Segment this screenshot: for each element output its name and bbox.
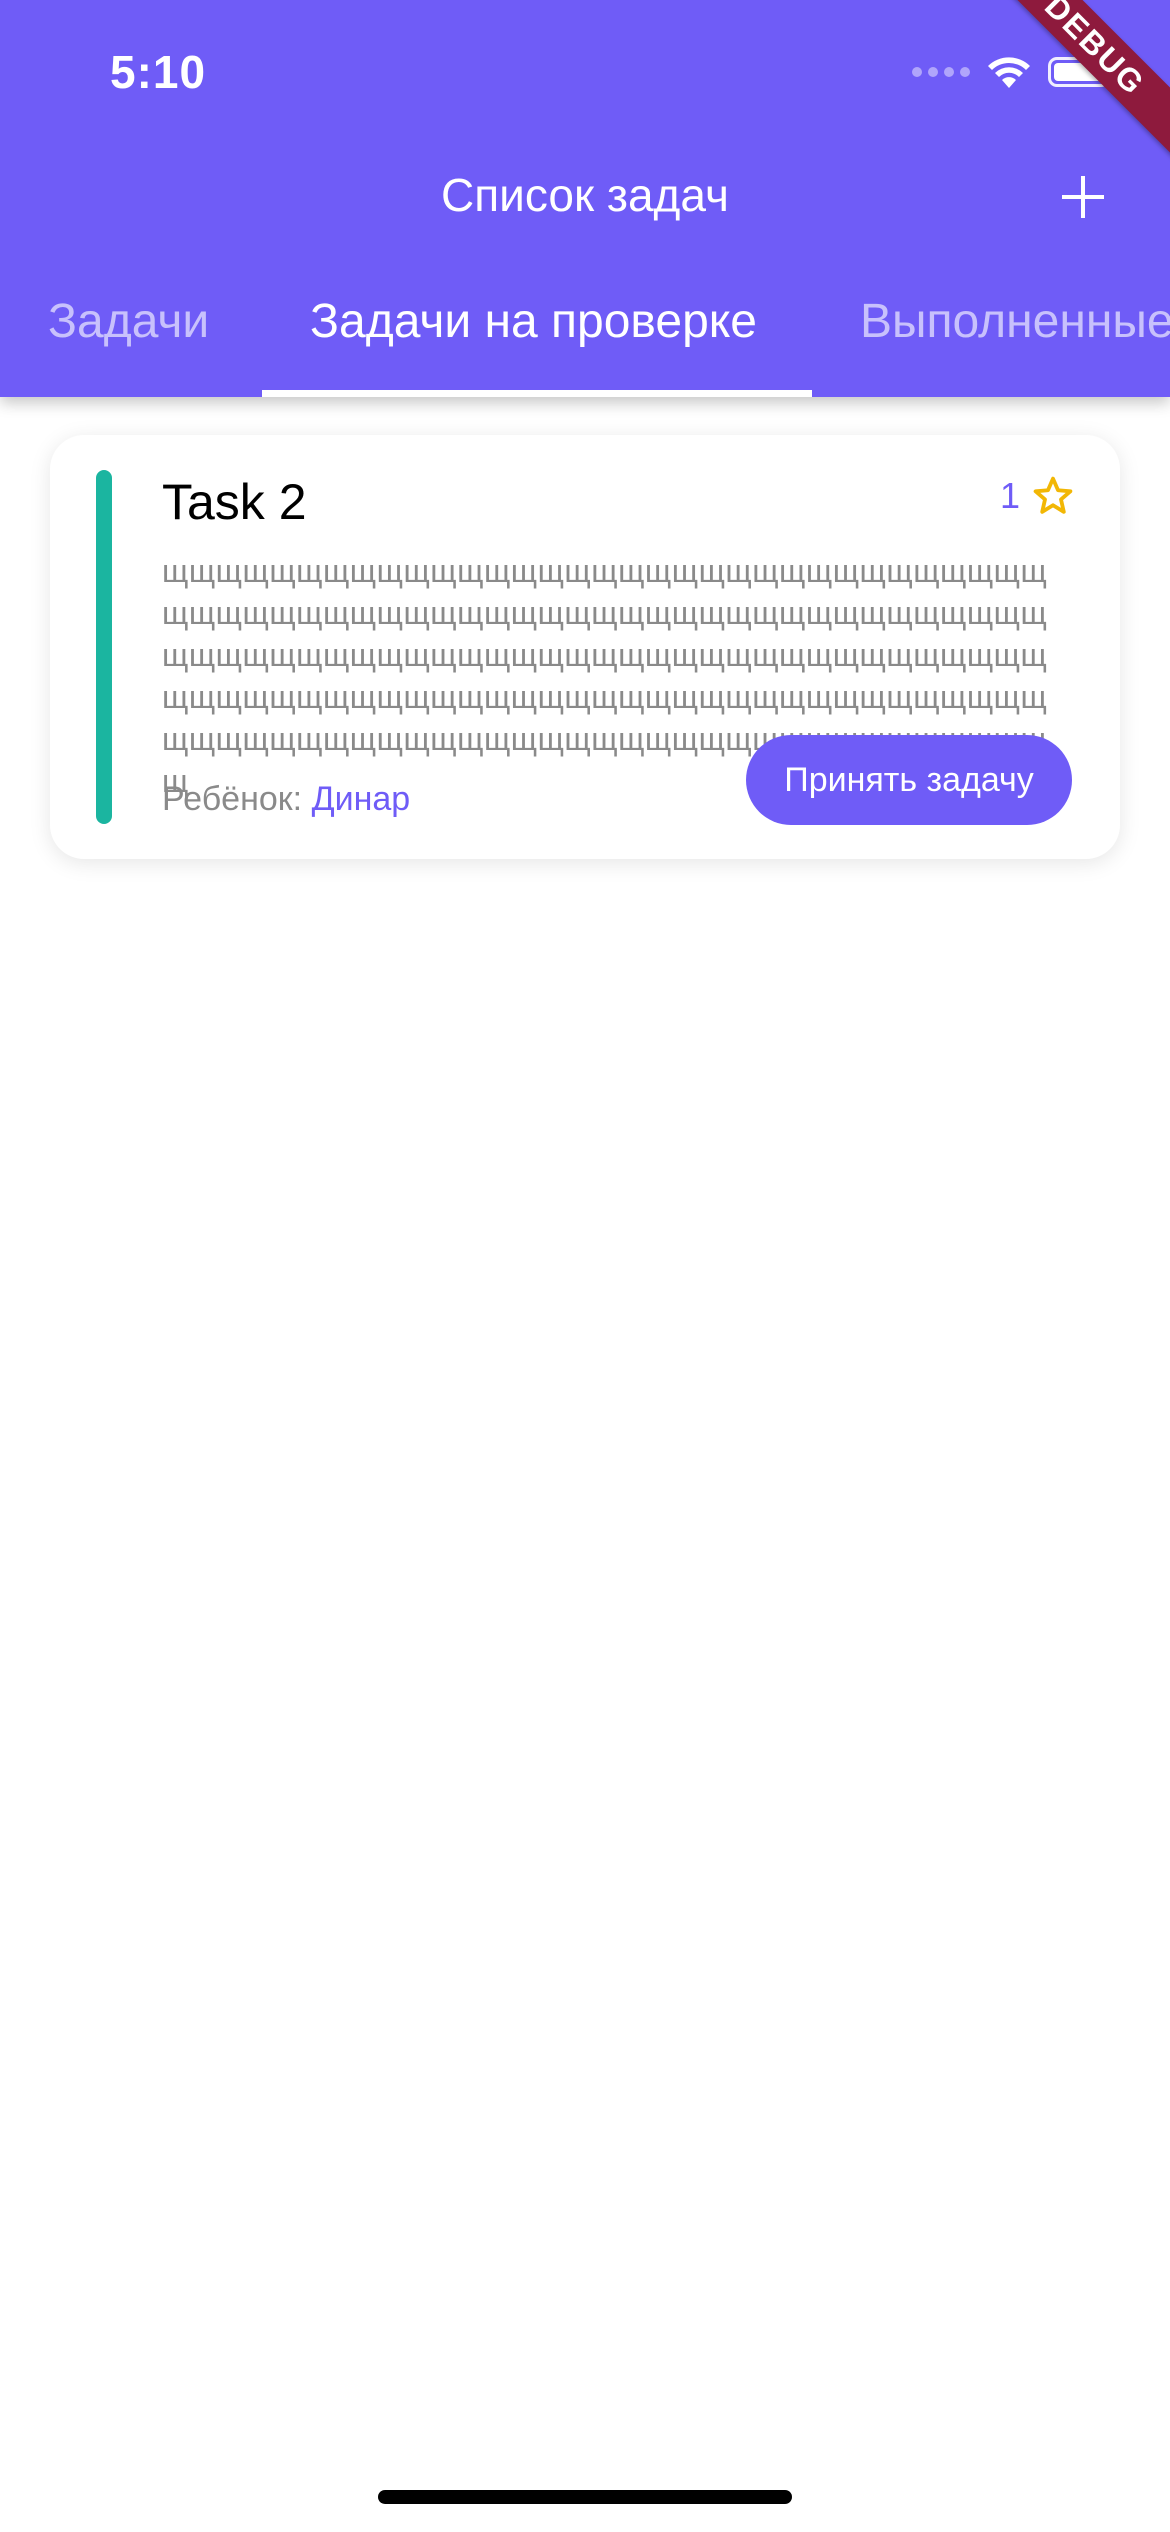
tab-tasks[interactable]: Задачи [48, 294, 209, 349]
wifi-icon [988, 57, 1030, 88]
task-accent-bar [96, 470, 112, 824]
add-task-button[interactable] [1050, 164, 1116, 230]
cellular-signal-icon [912, 67, 970, 77]
app-bar: 5:10 Список задач Задачи Задачи на прове… [0, 0, 1170, 397]
child-name: Динар [311, 780, 411, 818]
accept-task-button[interactable]: Принять задачу [746, 735, 1072, 825]
tab-tasks-review[interactable]: Задачи на проверке [310, 294, 757, 349]
child-label: Ребёнок: [162, 780, 303, 818]
page-title: Список задач [441, 169, 729, 221]
task-points: 1 [1000, 475, 1074, 517]
tab-indicator [262, 390, 812, 397]
plus-icon [1062, 176, 1104, 218]
status-time: 5:10 [110, 46, 207, 98]
star-icon [1033, 476, 1073, 514]
home-indicator[interactable] [378, 2490, 792, 2504]
task-child: Ребёнок: Динар [162, 780, 410, 819]
points-value: 1 [999, 475, 1020, 516]
task-card[interactable]: Task 2 1 щщщщщщщщщщщщщщщщщщщщщщщщщщщщщщщ… [50, 435, 1120, 859]
tab-bar: Задачи Задачи на проверке Выполненные [0, 282, 1170, 397]
screen: 5:10 Список задач Задачи Задачи на прове… [0, 0, 1170, 2532]
task-title: Task 2 [162, 474, 307, 530]
tab-completed[interactable]: Выполненные [860, 294, 1170, 349]
